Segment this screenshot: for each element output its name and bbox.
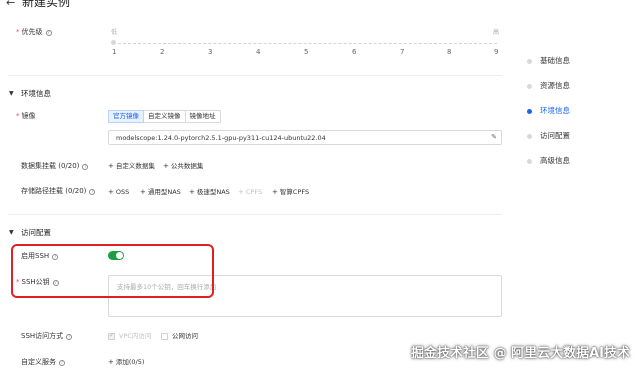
nav-item-advanced-info[interactable]: 高级信息 [540, 156, 570, 166]
nav-dot [527, 134, 532, 139]
public-access-label: 公网访问 [172, 332, 198, 340]
access-section-title: 访问配置 [21, 228, 51, 237]
image-tabs: 官方镜像 自定义镜像 镜像地址 [108, 110, 221, 123]
public-access-checkbox[interactable] [161, 333, 168, 340]
help-icon[interactable]: ? [66, 334, 73, 340]
add-custom-service-button[interactable]: + 添加(0/5) [108, 358, 144, 367]
add-custom-dataset-button[interactable]: + 自定义数据集 [108, 162, 155, 171]
nav-dot [527, 84, 532, 89]
nav-item-resource-info[interactable]: 资源信息 [540, 81, 570, 91]
edit-icon[interactable]: ✎ [491, 133, 497, 141]
help-icon[interactable]: ? [89, 189, 96, 195]
add-extreme-nas-button[interactable]: + 极速型NAS [189, 188, 230, 197]
page-header: ← 新建实例 [0, 0, 640, 12]
image-input[interactable]: modelscope:1.24.0-pytorch2.5.1-gpu-py311… [108, 130, 502, 145]
add-general-nas-button[interactable]: + 通用型NAS [140, 188, 181, 197]
priority-tick: 1 [112, 48, 117, 56]
plus-icon: + [108, 358, 114, 366]
help-icon[interactable]: ? [45, 30, 52, 36]
nav-item-env-info[interactable]: 环境信息 [540, 106, 570, 116]
storage-label: 存储路径挂载 (0/20)? [21, 187, 96, 195]
priority-tick: 9 [494, 48, 499, 56]
priority-tick: 5 [304, 48, 309, 56]
custom-service-label: 自定义服务? [21, 358, 65, 366]
priority-tick: 4 [256, 48, 261, 56]
ssh-access-label: SSH访问方式? [21, 332, 73, 340]
required-mark: * [16, 112, 20, 120]
highlight-box [11, 244, 214, 298]
priority-low-label: 低 [111, 29, 118, 36]
tab-official-image[interactable]: 官方镜像 [108, 110, 144, 123]
plus-icon: + [108, 162, 114, 170]
required-mark: * [16, 28, 20, 36]
plus-icon: + [238, 188, 244, 196]
plus-icon: + [108, 188, 114, 196]
vpc-access-label: VPC内访问 [119, 332, 152, 340]
add-ai-cpfs-button[interactable]: + 智算CPFS [272, 188, 309, 197]
add-public-dataset-button[interactable]: + 公共数据集 [163, 162, 203, 171]
plus-icon: + [272, 188, 278, 196]
section-divider [8, 214, 502, 215]
priority-label: * 优先级? [16, 28, 52, 36]
plus-icon: + [189, 188, 195, 196]
nav-dot [527, 59, 532, 64]
nav-item-access-config[interactable]: 访问配置 [540, 131, 570, 141]
help-icon[interactable]: ? [59, 360, 65, 366]
priority-tick: 7 [400, 48, 405, 56]
add-cpfs-button: + CPFS [238, 188, 263, 196]
watermark: 掘金技术社区 @ 阿里云大数据AI技术 [411, 346, 630, 361]
image-label: * 镜像 [16, 112, 36, 120]
page-title: 新建实例 [22, 0, 71, 9]
nav-dot-active [527, 109, 532, 114]
image-value: modelscope:1.24.0-pytorch2.5.1-gpu-py311… [116, 134, 326, 142]
tab-custom-image[interactable]: 自定义镜像 [143, 110, 186, 123]
priority-tick: 3 [208, 48, 213, 56]
nav-dot [527, 159, 532, 164]
help-icon[interactable]: ? [82, 164, 89, 170]
env-section-title: 环境信息 [21, 89, 51, 98]
priority-slider-track[interactable] [113, 43, 497, 44]
add-oss-button[interactable]: + OSS [108, 188, 129, 197]
collapse-caret-icon[interactable]: ▼ [9, 89, 14, 99]
back-arrow-icon[interactable]: ← [6, 0, 15, 10]
priority-high-label: 高 [493, 29, 500, 36]
priority-slider-thumb[interactable] [111, 40, 116, 45]
plus-icon: + [163, 162, 169, 170]
plus-icon: + [140, 188, 146, 196]
section-divider [8, 75, 502, 76]
vpc-access-checkbox[interactable] [108, 332, 115, 340]
tab-image-address[interactable]: 镜像地址 [184, 110, 221, 123]
nav-item-basic-info[interactable]: 基础信息 [540, 56, 570, 66]
priority-tick: 8 [447, 48, 452, 56]
priority-tick: 6 [352, 48, 357, 56]
dataset-label: 数据集挂载 (0/20)? [21, 162, 89, 170]
collapse-caret-icon[interactable]: ▼ [9, 228, 14, 238]
priority-tick: 2 [160, 48, 165, 56]
